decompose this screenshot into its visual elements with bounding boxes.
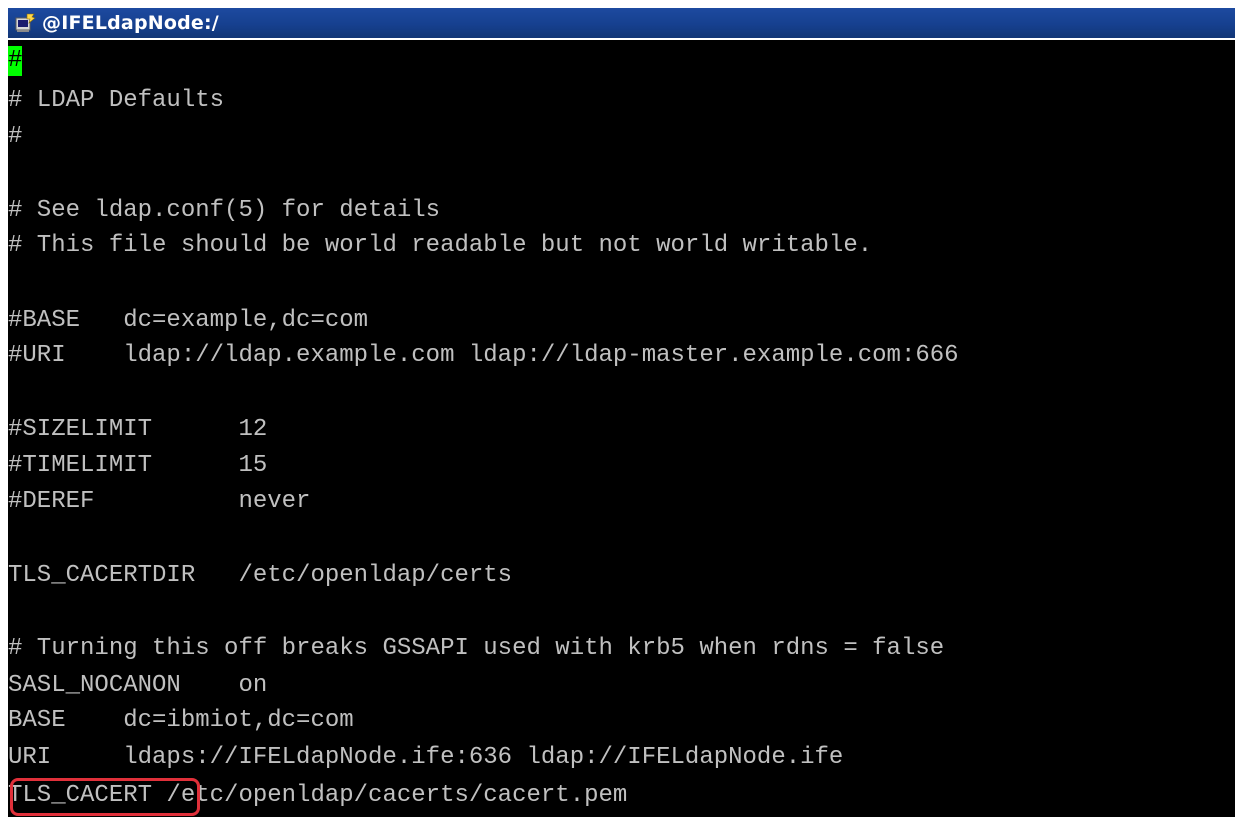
terminal-line: SASL_NOCANON on <box>8 672 268 699</box>
highlight-box-tls-cacert <box>10 778 200 816</box>
terminal-line: # Turning this off breaks GSSAPI used wi… <box>8 635 945 662</box>
terminal-line: #SIZELIMIT 12 <box>8 416 268 443</box>
terminal-line: # See ldap.conf(5) for details <box>8 197 441 224</box>
terminal-window: @IFELdapNode:/ # # LDAP Defaults # # See… <box>0 0 1235 817</box>
putty-terminal-icon <box>14 12 36 34</box>
terminal-line: # LDAP Defaults <box>8 87 225 114</box>
window-title: @IFELdapNode:/ <box>42 12 219 34</box>
terminal-line-cursor: # <box>8 46 23 76</box>
terminal-line: URI ldaps://IFELdapNode.ife:636 ldap://I… <box>8 744 844 771</box>
terminal-line: # <box>8 123 23 150</box>
terminal-cursor: # <box>8 46 23 76</box>
terminal-line: # This file should be world readable but… <box>8 232 873 259</box>
terminal-line: #DEREF never <box>8 488 311 515</box>
terminal-line: #BASE dc=example,dc=com <box>8 307 369 334</box>
window-titlebar[interactable]: @IFELdapNode:/ <box>8 8 1235 38</box>
terminal-line: BASE dc=ibmiot,dc=com <box>8 707 354 734</box>
terminal-output[interactable]: # # LDAP Defaults # # See ldap.conf(5) f… <box>8 40 1235 817</box>
terminal-line: #TIMELIMIT 15 <box>8 452 268 479</box>
terminal-line: TLS_CACERTDIR /etc/openldap/certs <box>8 562 513 589</box>
terminal-line: #URI ldap://ldap.example.com ldap://ldap… <box>8 342 959 369</box>
